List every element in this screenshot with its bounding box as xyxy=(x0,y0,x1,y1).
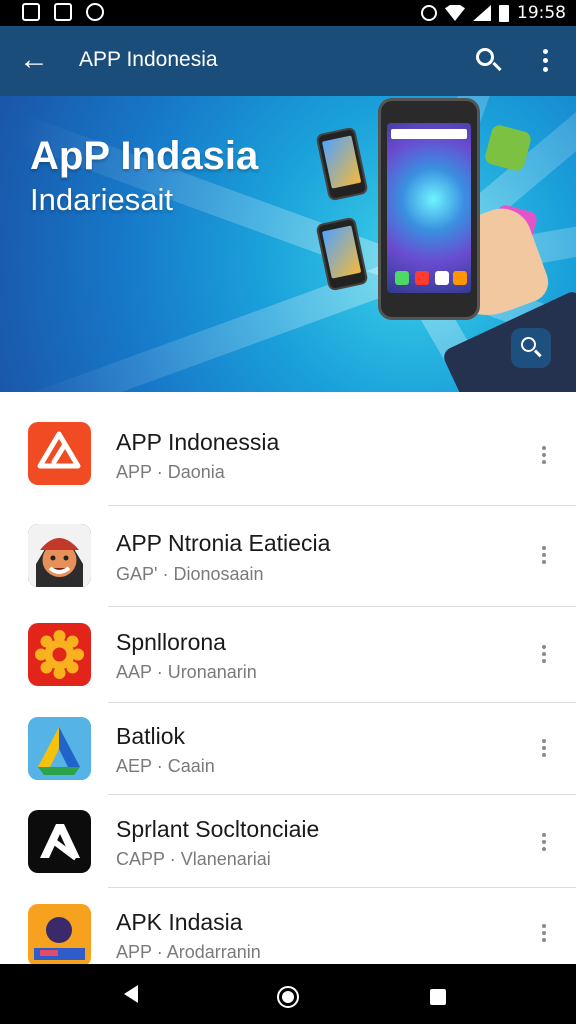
list-item[interactable]: Sprlant Socltonciaie CAPP · Vlanenariai xyxy=(0,795,576,888)
app-subtitle: APP · Daonia xyxy=(116,462,225,482)
row-more-button[interactable] xyxy=(534,641,554,671)
app-list: APP Indonessia APP · Daonia APP Ntronia … xyxy=(0,392,576,964)
search-button[interactable] xyxy=(470,44,506,78)
triangle-app-icon xyxy=(28,717,91,780)
cartoon-app-icon xyxy=(28,904,91,964)
black-a-app-icon xyxy=(28,810,91,873)
app-title: APP Indonessia xyxy=(116,429,280,455)
nav-recents-icon[interactable] xyxy=(430,989,446,1005)
app-notification-icon xyxy=(86,3,104,21)
app-subtitle: AAP · Uronanarin xyxy=(116,662,257,682)
list-item[interactable]: APP Ntronia Eatiecia GAP' · Dionosaain xyxy=(0,506,576,607)
wifi-icon xyxy=(445,5,465,21)
app-title: APK Indasia xyxy=(116,909,243,935)
notification-icons xyxy=(22,3,104,21)
banner-search-button[interactable] xyxy=(511,328,551,368)
small-phone-image xyxy=(315,126,369,202)
list-item[interactable]: APK Indasia APP · Arodarranin xyxy=(0,888,576,964)
app-title: Batliok xyxy=(116,723,186,749)
row-more-button[interactable] xyxy=(534,735,554,765)
navigation-bar xyxy=(0,964,576,1024)
alarm-icon xyxy=(421,5,437,21)
more-options-button[interactable] xyxy=(536,46,556,76)
row-more-button[interactable] xyxy=(534,442,554,472)
download-notification-icon xyxy=(54,3,72,21)
app-subtitle: CAPP · Vlanenariai xyxy=(116,849,271,869)
phone-image xyxy=(378,98,480,320)
row-more-button[interactable] xyxy=(534,542,554,572)
list-item[interactable]: Batliok AEP · Caain xyxy=(0,703,576,795)
app-title: Spnllorona xyxy=(116,629,226,655)
signal-icon xyxy=(473,5,491,21)
page-title: APP Indonesia xyxy=(79,48,218,71)
small-phone-image xyxy=(315,216,369,292)
nav-back-icon[interactable] xyxy=(124,985,138,1003)
app-subtitle: GAP' · Dionosaain xyxy=(116,564,264,584)
status-bar: 19:58 xyxy=(0,0,576,26)
nav-home-icon[interactable] xyxy=(277,986,299,1008)
banner-title: ApP Indasia xyxy=(30,134,259,178)
app-title: APP Ntronia Eatiecia xyxy=(116,530,331,556)
battery-icon xyxy=(499,4,509,22)
app-subtitle: AEP · Caain xyxy=(116,756,215,776)
featured-banner[interactable]: ApP Indasia Indariesait xyxy=(0,96,576,392)
image-notification-icon xyxy=(22,3,40,21)
app-bar: ← APP Indonesia xyxy=(0,26,576,96)
app-title: Sprlant Socltonciaie xyxy=(116,816,320,842)
status-time: 19:58 xyxy=(517,3,566,23)
app-subtitle: APP · Arodarranin xyxy=(116,942,261,962)
character-face-app-icon xyxy=(28,524,91,587)
row-more-button[interactable] xyxy=(534,920,554,950)
search-icon xyxy=(521,337,536,352)
back-arrow-icon[interactable]: ← xyxy=(14,43,54,79)
banner-subtitle: Indariesait xyxy=(30,182,174,217)
list-item[interactable]: APP Indonessia APP · Daonia xyxy=(0,392,576,505)
sun-gear-app-icon xyxy=(28,623,91,686)
row-more-button[interactable] xyxy=(534,829,554,859)
list-item[interactable]: Spnllorona AAP · Uronanarin xyxy=(0,607,576,702)
orange-share-app-icon xyxy=(28,422,91,485)
